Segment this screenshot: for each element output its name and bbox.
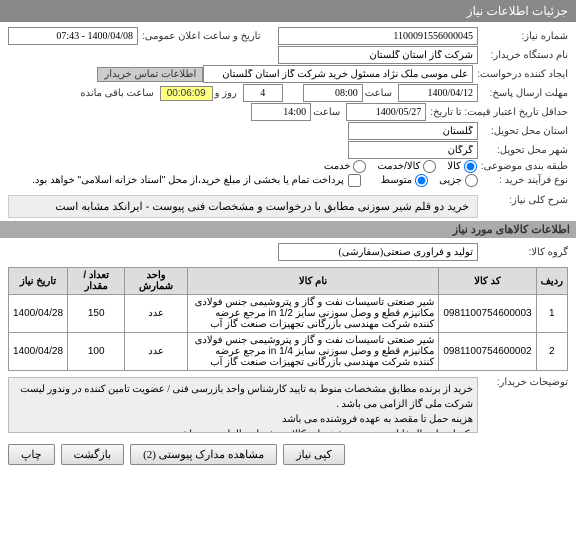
validity-date-input[interactable] xyxy=(346,103,426,121)
delivery-state-input[interactable] xyxy=(348,122,478,140)
copy-need-button[interactable]: کپی نیاز xyxy=(283,444,345,465)
deadline-date-input[interactable] xyxy=(398,84,478,102)
goods-section-header: اطلاعات کالاهای مورد نیاز xyxy=(0,221,576,238)
need-no-input xyxy=(278,27,478,45)
radio-goods-label: کالا xyxy=(447,161,461,172)
back-button[interactable]: بازگشت xyxy=(61,444,125,465)
creator-label: ایجاد کننده درخواست: xyxy=(473,69,568,80)
contact-button[interactable]: اطلاعات تماس خریدار xyxy=(97,67,203,82)
cell-date: 1400/04/28 xyxy=(9,295,68,333)
col-qty: تعداد / مقدار xyxy=(68,268,125,295)
radio-small[interactable] xyxy=(465,174,478,187)
deadline-label: مهلت ارسال پاسخ: xyxy=(478,88,568,99)
table-row[interactable]: 20981100754600002شیر صنعتی تاسیسات نفت و… xyxy=(9,333,568,371)
col-row: ردیف xyxy=(536,268,567,295)
radio-small-label: جزیی xyxy=(439,175,462,186)
print-button[interactable]: چاپ xyxy=(8,444,55,465)
delivery-city-label: شهر محل تحویل: xyxy=(478,145,568,156)
cell-code: 0981100754600002 xyxy=(439,333,536,371)
remain-days xyxy=(243,84,283,102)
group-label: گروه کالا: xyxy=(478,247,568,258)
radio-medium-label: متوسط xyxy=(381,175,412,186)
time-label-2: ساعت xyxy=(311,107,346,118)
buyer-label: نام دستگاه خریدار: xyxy=(478,50,568,61)
creator-input xyxy=(203,65,473,83)
group-input xyxy=(278,243,478,261)
deadline-time-input[interactable] xyxy=(303,84,363,102)
pay-note: پرداخت تمام یا بخشی از مبلغ خرید،از محل … xyxy=(32,175,348,186)
table-row[interactable]: 10981100754600003شیر صنعتی تاسیسات نفت و… xyxy=(9,295,568,333)
process-label: نوع فرآیند خرید : xyxy=(478,175,568,186)
radio-medium[interactable] xyxy=(415,174,428,187)
radio-good-service[interactable] xyxy=(423,160,436,173)
validity-time-input[interactable] xyxy=(251,103,311,121)
attachments-button[interactable]: مشاهده مدارک پیوستی (2) xyxy=(130,444,277,465)
treasury-checkbox[interactable] xyxy=(348,174,361,187)
cell-date: 1400/04/28 xyxy=(9,333,68,371)
countdown-timer: 00:06:09 xyxy=(160,86,213,101)
buyer-input xyxy=(278,46,478,64)
radio-good-service-label: کالا/خدمت xyxy=(377,161,420,172)
col-unit: واحد شمارش xyxy=(125,268,187,295)
main-desc: خرید دو قلم شیر سوزنی مطابق با درخواست و… xyxy=(8,195,478,218)
remain-suffix: ساعت باقی مانده xyxy=(78,88,159,99)
main-desc-label: شرح کلی نیاز: xyxy=(478,195,568,206)
delivery-state-label: استان محل تحویل: xyxy=(478,126,568,137)
radio-service[interactable] xyxy=(353,160,366,173)
col-date: تاریخ نیاز xyxy=(9,268,68,295)
need-no-label: شماره نیاز: xyxy=(478,31,568,42)
radio-service-label: خدمت xyxy=(324,161,351,172)
radio-goods[interactable] xyxy=(464,160,477,173)
time-label-1: ساعت xyxy=(363,88,398,99)
notes-textarea[interactable] xyxy=(8,377,478,433)
pub-date-input xyxy=(8,27,138,45)
cell-name: شیر صنعتی تاسیسات نفت و گاز و پتروشیمی ج… xyxy=(187,295,439,333)
cell-qty: 150 xyxy=(68,295,125,333)
window-title: جزئیات اطلاعات نیاز xyxy=(0,0,576,22)
cell-name: شیر صنعتی تاسیسات نفت و گاز و پتروشیمی ج… xyxy=(187,333,439,371)
cell-unit: عدد xyxy=(125,333,187,371)
cell-code: 0981100754600003 xyxy=(439,295,536,333)
validity-label: حداقل تاریخ اعتبار قیمت: تا تاریخ: xyxy=(426,107,568,118)
delivery-city-input[interactable] xyxy=(348,141,478,159)
cell-n: 1 xyxy=(536,295,567,333)
days-and-label: روز و xyxy=(213,88,243,99)
pub-date-label: تاریخ و ساعت اعلان عمومی: xyxy=(138,31,261,42)
cell-n: 2 xyxy=(536,333,567,371)
col-name: نام کالا xyxy=(187,268,439,295)
cell-qty: 100 xyxy=(68,333,125,371)
goods-table: ردیف کد کالا نام کالا واحد شمارش تعداد /… xyxy=(8,267,568,371)
cell-unit: عدد xyxy=(125,295,187,333)
notes-label: توضیحات خریدار: xyxy=(478,377,568,388)
col-code: کد کالا xyxy=(439,268,536,295)
budget-label: طبقه بندی موضوعی: xyxy=(477,161,568,172)
